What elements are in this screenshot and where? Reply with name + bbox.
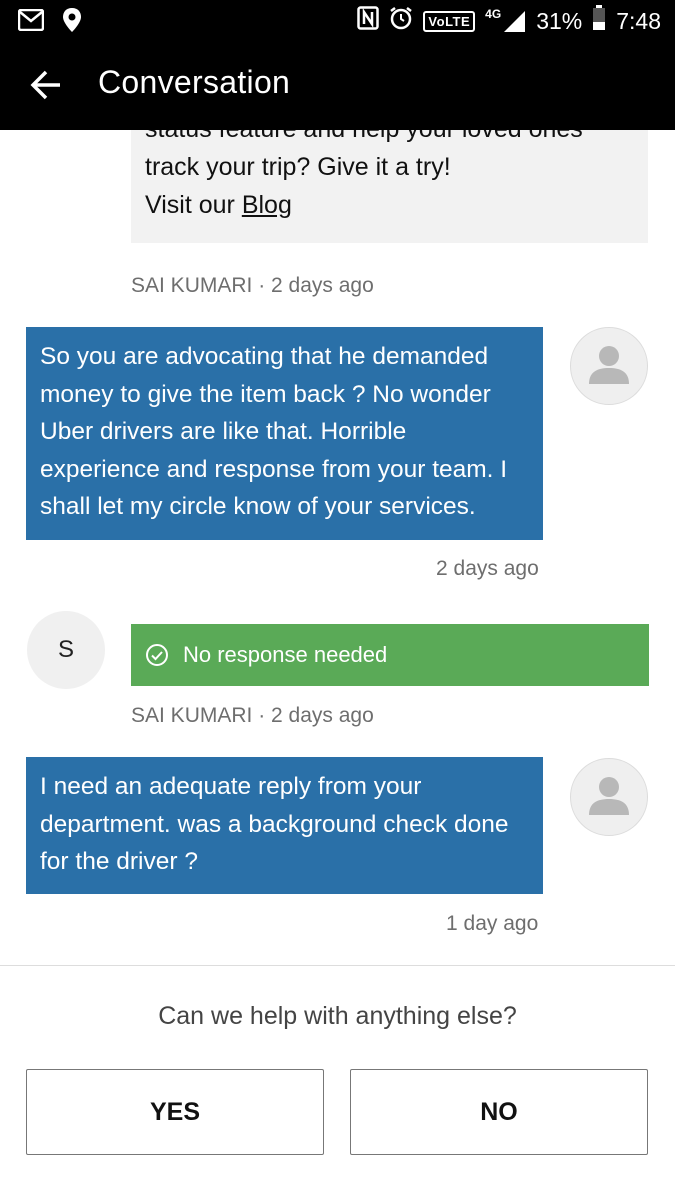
no-button[interactable]: NO [350,1069,648,1155]
sender-name: SAI KUMARI [131,704,253,727]
sender-name: SAI KUMARI [131,274,253,297]
avatar [570,758,648,836]
conversation-list[interactable]: status feature and help your loved ones … [0,130,675,965]
status-badge: No response needed [131,624,649,686]
status-bar: VoLTE 4G 31% 7:48 [0,0,675,40]
message-timestamp: 1 day ago [446,912,539,935]
volte-icon: VoLTE [423,10,476,32]
signal-icon: 4G [485,7,526,33]
agent-message: status feature and help your loved ones … [131,130,648,243]
status-text: No response needed [183,642,388,667]
gmail-icon [17,8,45,36]
user-message-text: So you are advocating that he demanded m… [40,343,508,520]
agent-message-line: Visit our Blog [145,186,634,224]
clock: 7:48 [616,7,661,34]
user-message-text: I need an adequate reply from your depar… [40,773,509,875]
message-timestamp: 2 days ago [436,557,539,580]
battery-percent: 31% [536,7,583,34]
agent-message-text: Visit our [145,191,242,219]
message-time: 2 days ago [271,704,374,727]
agent-message-line: status feature and help your loved ones [145,130,634,148]
battery-icon [592,5,606,37]
message-meta: SAI KUMARI · 2 days ago [131,704,374,728]
avatar [570,327,648,405]
divider [0,965,675,966]
agent-message-line: track your trip? Give it a try! [145,153,451,181]
check-circle-icon [145,643,169,667]
meta-separator: · [252,274,272,297]
user-silhouette-icon [585,775,633,820]
network-type: 4G [485,7,502,21]
alarm-icon [389,6,413,36]
yes-button[interactable]: YES [26,1069,324,1155]
back-arrow-icon[interactable] [30,68,64,102]
user-message: So you are advocating that he demanded m… [26,327,543,540]
message-meta: SAI KUMARI · 2 days ago [131,274,374,298]
app-bar: Conversation [0,40,675,130]
help-question: Can we help with anything else? [158,1002,517,1030]
meta-separator: · [252,704,272,727]
avatar: S [27,611,105,689]
blog-link[interactable]: Blog [242,191,292,219]
page-title: Conversation [98,64,291,100]
user-silhouette-icon [585,344,633,389]
location-icon [62,7,82,38]
nfc-icon [357,6,380,36]
message-time: 2 days ago [271,274,374,297]
user-message: I need an adequate reply from your depar… [26,757,543,894]
